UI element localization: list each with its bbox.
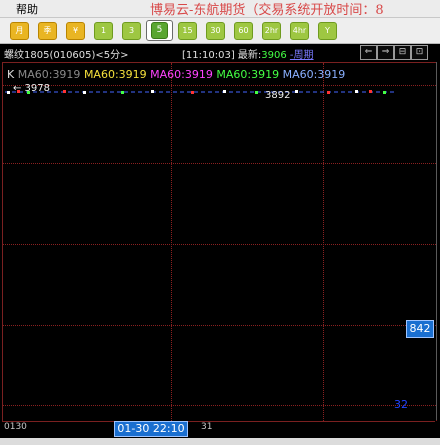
ma-legend-item: MA60:3919 xyxy=(150,68,213,81)
high-price-label: ← 3978 xyxy=(13,83,51,94)
candles-strip xyxy=(5,90,395,94)
period-30min-button[interactable]: 30 xyxy=(206,22,225,40)
period-toolbar: 月 季 ¥ 1 3 5 15 30 60 2hr 4hr Y xyxy=(0,18,440,44)
ma-legend-item: MA60:3919 xyxy=(83,68,147,81)
grid-line xyxy=(3,244,436,245)
zoom-out-icon[interactable]: ⊟ xyxy=(394,45,411,60)
period-3min-button[interactable]: 3 xyxy=(122,22,141,40)
ma-legend: K MA60:3919 MA60:3919 MA60:3919 MA60:391… xyxy=(7,68,345,81)
kline-chart-area[interactable]: K MA60:3919 MA60:3919 MA60:3919 MA60:391… xyxy=(2,62,437,422)
quote-time: [11:10:03] xyxy=(182,50,235,61)
volume-value: 32 xyxy=(394,398,408,411)
low-price-label: 3892 xyxy=(265,90,291,101)
axis-line xyxy=(2,421,435,422)
period-y-button[interactable]: Y xyxy=(318,22,337,40)
vertical-scrollbar[interactable] xyxy=(436,62,440,420)
period-month-button[interactable]: 月 xyxy=(10,22,29,40)
period-year-button[interactable]: ¥ xyxy=(66,22,85,40)
period-60min-button[interactable]: 60 xyxy=(234,22,253,40)
period-link[interactable]: -周期 xyxy=(290,50,314,61)
ma-legend-item: MA60:3919 xyxy=(216,68,280,81)
broker-banner: 博易云-东航期货（交易系统开放时间：8 xyxy=(150,3,384,18)
scroll-left-icon[interactable]: ⇐ xyxy=(360,45,377,60)
period-quarter-button[interactable]: 季 xyxy=(38,22,57,40)
quote-time-line: [11:10:03] 最新:3906 -周期 xyxy=(182,46,314,61)
ma-legend-item: MA60:3919 xyxy=(282,68,346,81)
chart-info-bar: 螺纹1805(010605)<5分> [11:10:03] 最新:3906 -周… xyxy=(0,44,440,61)
status-strip xyxy=(0,438,440,445)
latest-price: 3906 xyxy=(261,50,287,61)
menu-help[interactable]: 帮助 xyxy=(16,1,38,17)
ma-legend-item: MA60:3919 xyxy=(17,68,81,81)
time-axis-label: 0130 xyxy=(4,422,27,432)
time-crosshair-tag: 01-30 22:10 xyxy=(114,421,188,437)
zoom-in-icon[interactable]: ⊡ xyxy=(411,45,428,60)
price-crosshair-tag: 842 xyxy=(406,320,434,338)
period-1min-button[interactable]: 1 xyxy=(94,22,113,40)
period-4hr-button[interactable]: 4hr xyxy=(290,22,309,40)
k-label: K xyxy=(7,68,15,81)
grid-line xyxy=(3,325,436,326)
latest-label: 最新: xyxy=(237,50,262,61)
period-2hr-button[interactable]: 2hr xyxy=(262,22,281,40)
period-5min-button[interactable]: 5 xyxy=(146,20,173,41)
period-15min-button[interactable]: 15 xyxy=(178,22,197,40)
time-axis-label: 31 xyxy=(201,422,213,432)
contract-title: 螺纹1805(010605)<5分> xyxy=(4,50,129,61)
grid-line xyxy=(3,405,436,406)
grid-line xyxy=(3,163,436,164)
scroll-right-icon[interactable]: ⇒ xyxy=(377,45,394,60)
menu-bar: 帮助 博易云-东航期货（交易系统开放时间：8 xyxy=(0,0,440,18)
